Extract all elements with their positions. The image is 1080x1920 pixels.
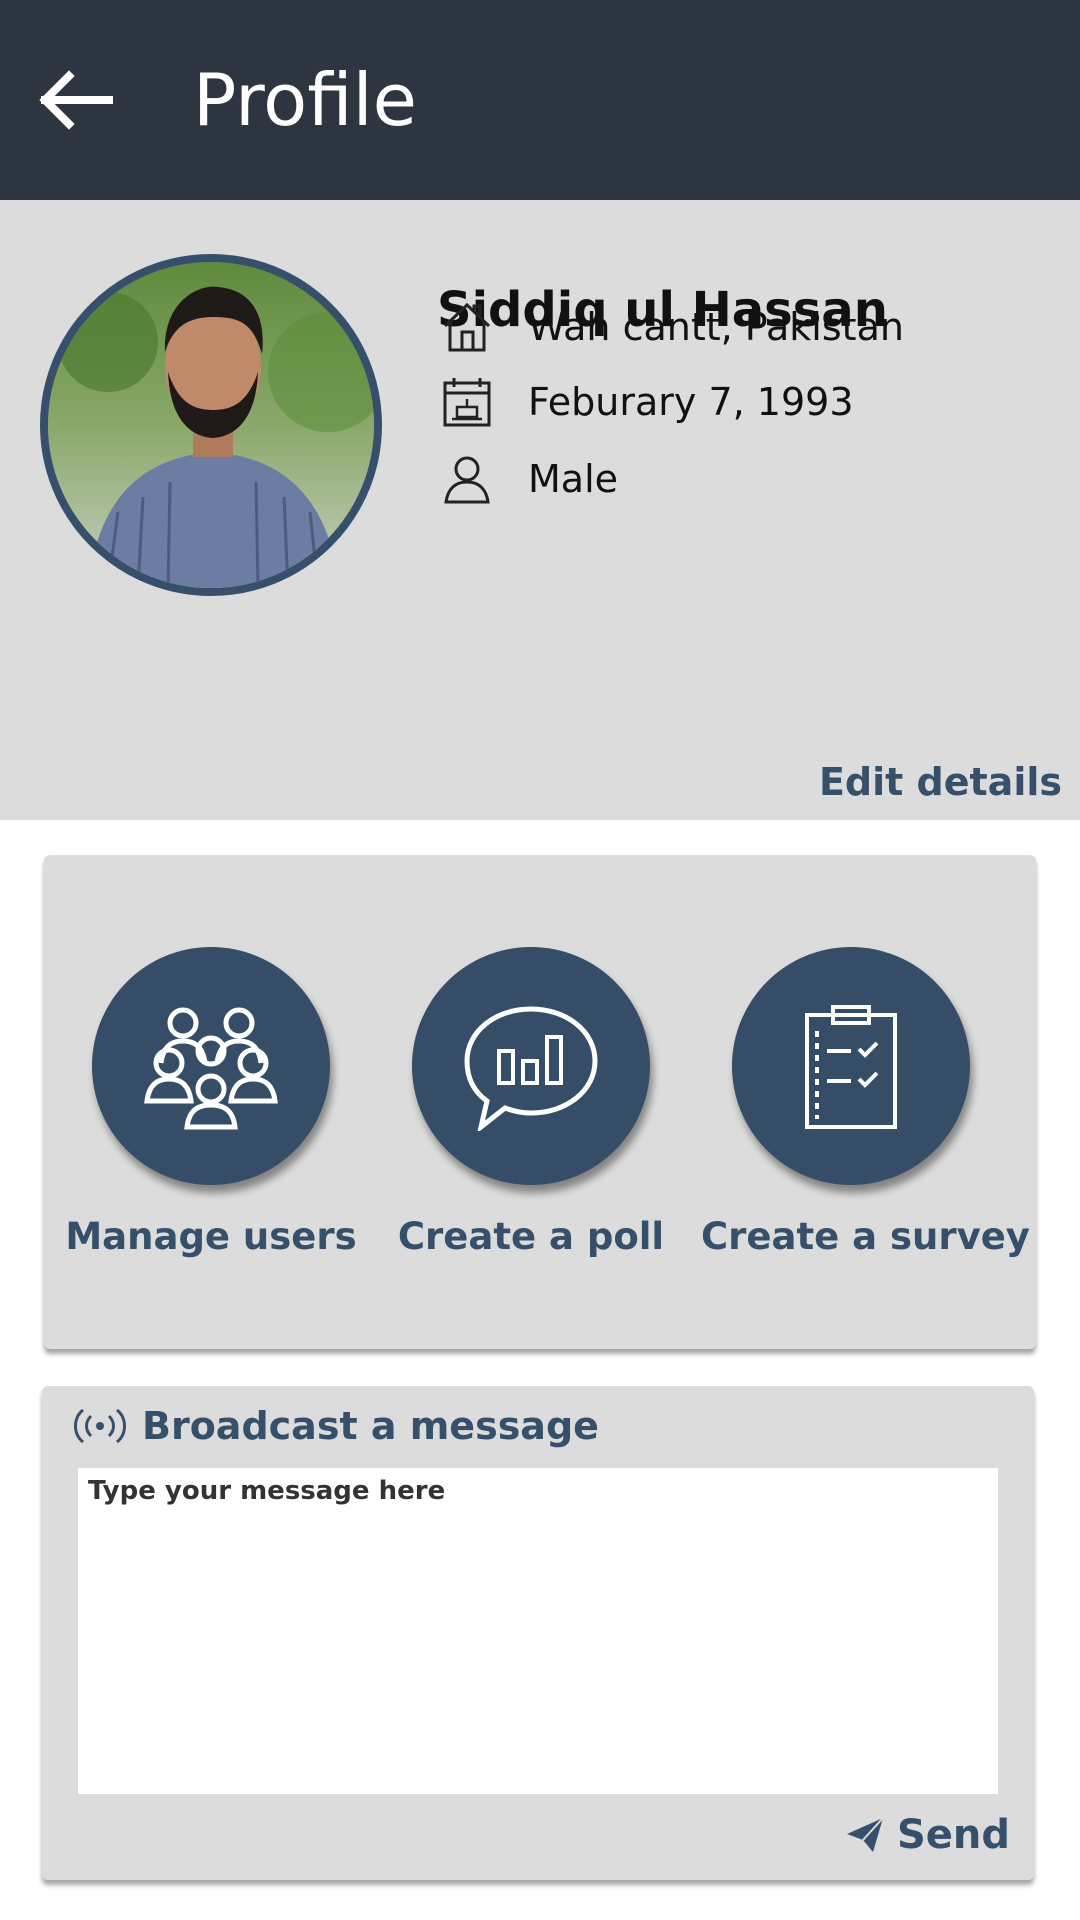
user-icon — [444, 456, 490, 504]
create-poll-button[interactable]: Create a poll — [381, 947, 681, 1258]
birthday-row: Feburary 7, 1993 — [440, 372, 854, 432]
broadcast-header: Broadcast a message — [72, 1404, 599, 1448]
message-input[interactable] — [78, 1468, 998, 1794]
manage-users-circle[interactable] — [92, 947, 330, 1185]
gender-row: Male — [440, 449, 618, 509]
back-button[interactable] — [30, 60, 120, 140]
location-row: Wah cantt, Pakistan — [440, 297, 904, 357]
broadcast-icon — [74, 1408, 126, 1444]
broadcast-card: Broadcast a message Send — [42, 1386, 1034, 1880]
actions-card: Manage users Create a poll Create a surv… — [44, 855, 1036, 1349]
manage-users-label: Manage users — [65, 1215, 357, 1258]
location-text: Wah cantt, Pakistan — [528, 305, 904, 349]
send-label: Send — [896, 1812, 1010, 1858]
page-title: Profile — [193, 58, 417, 142]
calendar-icon — [443, 378, 491, 427]
edit-details-link[interactable]: Edit details — [819, 760, 1062, 804]
profile-section: Siddiq ul Hassan Wah cantt, Pakistan Feb… — [0, 200, 1080, 820]
create-survey-label: Create a survey — [701, 1215, 1030, 1258]
users-group-icon — [144, 1007, 278, 1130]
create-poll-label: Create a poll — [397, 1215, 665, 1258]
gender-text: Male — [528, 457, 619, 501]
poll-chat-icon — [464, 1006, 598, 1131]
send-button[interactable]: Send — [845, 1812, 1010, 1858]
manage-users-button[interactable]: Manage users — [61, 947, 361, 1258]
top-app-bar: Profile — [0, 0, 1080, 200]
clipboard-checklist-icon — [805, 1005, 897, 1129]
create-survey-circle[interactable] — [732, 947, 970, 1185]
arrow-left-icon — [39, 70, 113, 130]
avatar — [40, 254, 382, 596]
create-poll-circle[interactable] — [412, 947, 650, 1185]
broadcast-title: Broadcast a message — [142, 1404, 599, 1448]
home-icon — [443, 302, 491, 352]
paper-plane-icon — [846, 1817, 884, 1852]
create-survey-button[interactable]: Create a survey — [701, 947, 1030, 1258]
birthday-text: Feburary 7, 1993 — [528, 380, 854, 424]
